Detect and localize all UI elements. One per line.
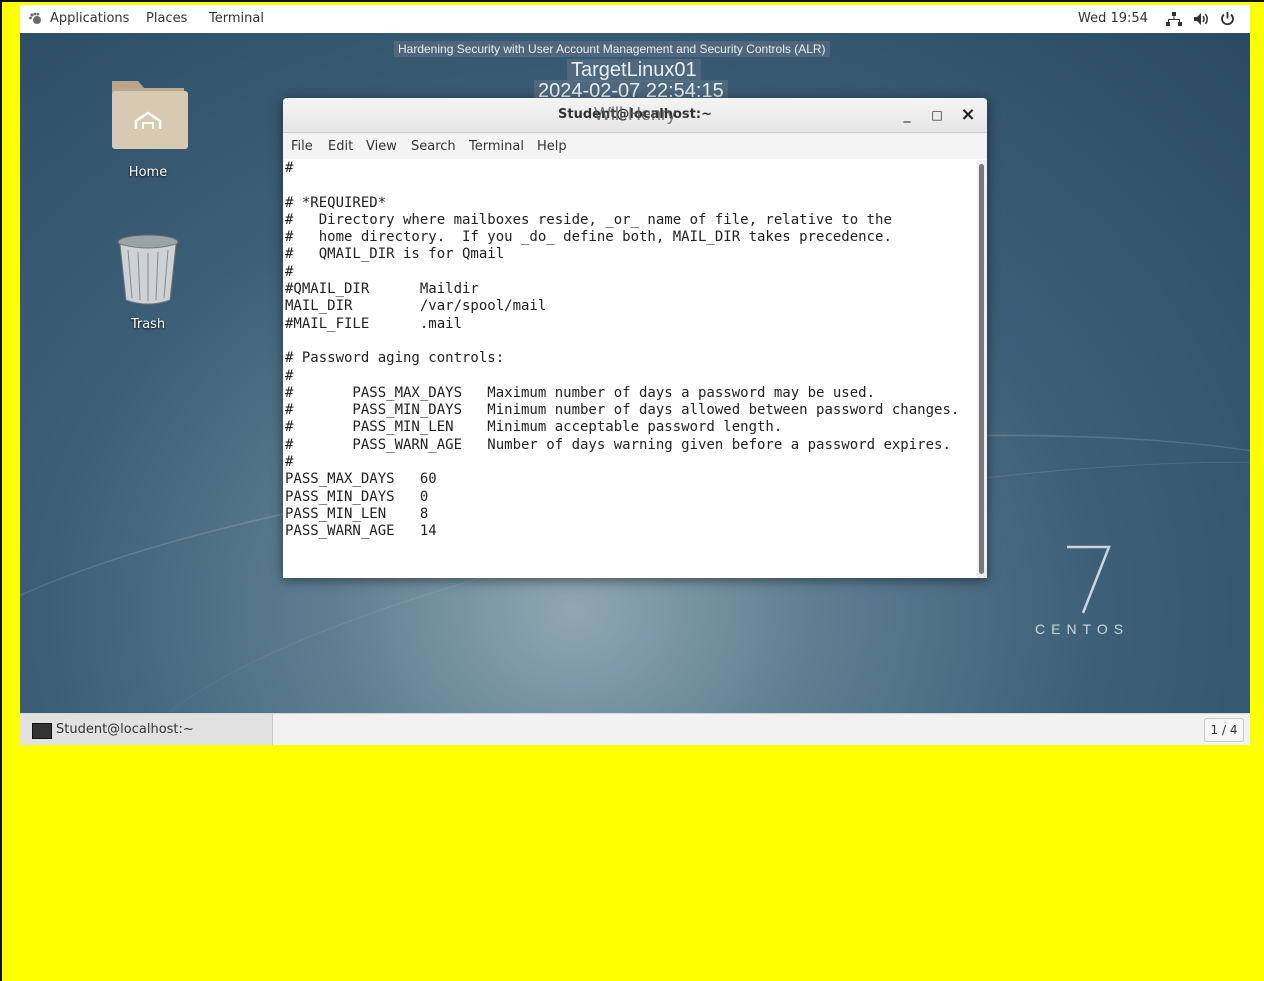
centos-7-logo [1065,543,1115,623]
volume-icon[interactable] [1193,12,1211,26]
top-border [0,0,1264,2]
terminal-line: # PASS_MIN_DAYS Minimum number of days a… [285,402,960,419]
terminal-line: # PASS_MAX_DAYS Maximum number of days a… [285,384,876,401]
menu-view[interactable]: View [366,139,397,154]
screen: Applications Places Terminal Wed 19:54 H… [20,5,1250,745]
terminal-line: # [285,367,294,384]
gnome-foot-icon [29,12,41,24]
maximize-button[interactable]: □ [928,106,946,124]
workspace-pager[interactable]: 1 / 4 [1204,718,1244,742]
desktop-home-icon[interactable]: Home [98,73,198,180]
left-border [0,0,2,981]
minimize-button[interactable]: _ [898,106,916,124]
window-titlebar[interactable]: Student@localhost:~ Will Henry _ □ × [283,98,987,133]
menu-file[interactable]: File [291,139,313,154]
applications-menu[interactable]: Applications [50,11,129,26]
terminal-line: # PASS_MIN_LEN Minimum acceptable passwo… [285,419,783,436]
terminal-line: PASS_WARN_AGE 14 [285,523,437,540]
terminal-line: # QMAIL_DIR is for Qmail [285,246,505,263]
terminal-line: # PASS_WARN_AGE Number of days warning g… [285,436,951,453]
places-menu[interactable]: Places [146,11,187,26]
centos-wordmark: CENTOS [1035,621,1130,637]
terminal-content[interactable]: # # *REQUIRED* # Directory where mailboxes… [283,160,977,578]
terminal-window[interactable]: Student@localhost:~ Will Henry _ □ × Fil… [283,98,987,578]
terminal-line: PASS_MAX_DAYS 60 [285,471,437,488]
terminal-line: MAIL_DIR /var/spool/mail [285,298,547,315]
menu-edit[interactable]: Edit [328,139,353,154]
menu-help[interactable]: Help [537,139,567,154]
terminal-text: # # *REQUIRED* # Directory where mailboxes… [283,160,977,541]
taskbar-window-button[interactable]: Student@localhost:~ [20,714,273,745]
terminal-line: # [285,263,294,280]
terminal-line: #QMAIL_DIR Maildir [285,281,479,298]
power-icon[interactable] [1220,11,1235,26]
home-label: Home [128,165,168,180]
terminal-line: # [285,454,294,471]
terminal-line: # home directory. If you _do_ define bot… [285,229,892,246]
terminal-line: PASS_MIN_LEN 8 [285,505,429,522]
terminal-icon [32,723,52,739]
terminal-menu[interactable]: Terminal [209,11,264,26]
top-panel: Applications Places Terminal Wed 19:54 [20,5,1250,33]
lab-title-watermark: Hardening Security with User Account Man… [394,41,830,57]
folder-icon [112,81,188,149]
menu-search[interactable]: Search [411,139,456,154]
user-watermark: Will Henry [593,104,676,124]
trash-label: Trash [130,317,166,332]
host-watermark: TargetLinux01 [567,59,701,82]
centos-7-glyph [1067,545,1111,614]
close-button[interactable]: × [959,106,977,124]
menu-terminal[interactable]: Terminal [469,139,524,154]
terminal-scrollbar[interactable] [977,160,987,578]
terminal-line: # Directory where mailboxes reside, _or_… [285,211,892,228]
network-icon[interactable] [1166,12,1182,26]
terminal-line: # *REQUIRED* [285,194,387,211]
terminal-line: PASS_MIN_DAYS 0 [285,488,429,505]
scrollbar-thumb[interactable] [979,164,984,574]
clock[interactable]: Wed 19:54 [1078,11,1148,26]
terminal-line: # Password aging controls: [285,350,505,367]
desktop-trash-icon[interactable]: Trash [98,228,198,332]
terminal-line: # [285,160,294,176]
terminal-menubar: File Edit View Search Terminal Help [283,133,987,159]
taskbar-window-label: Student@localhost:~ [56,722,194,737]
bottom-panel: Student@localhost:~ 1 / 4 [20,713,1250,745]
trash-icon [117,234,179,305]
terminal-line: #MAIL_FILE .mail [285,315,463,332]
